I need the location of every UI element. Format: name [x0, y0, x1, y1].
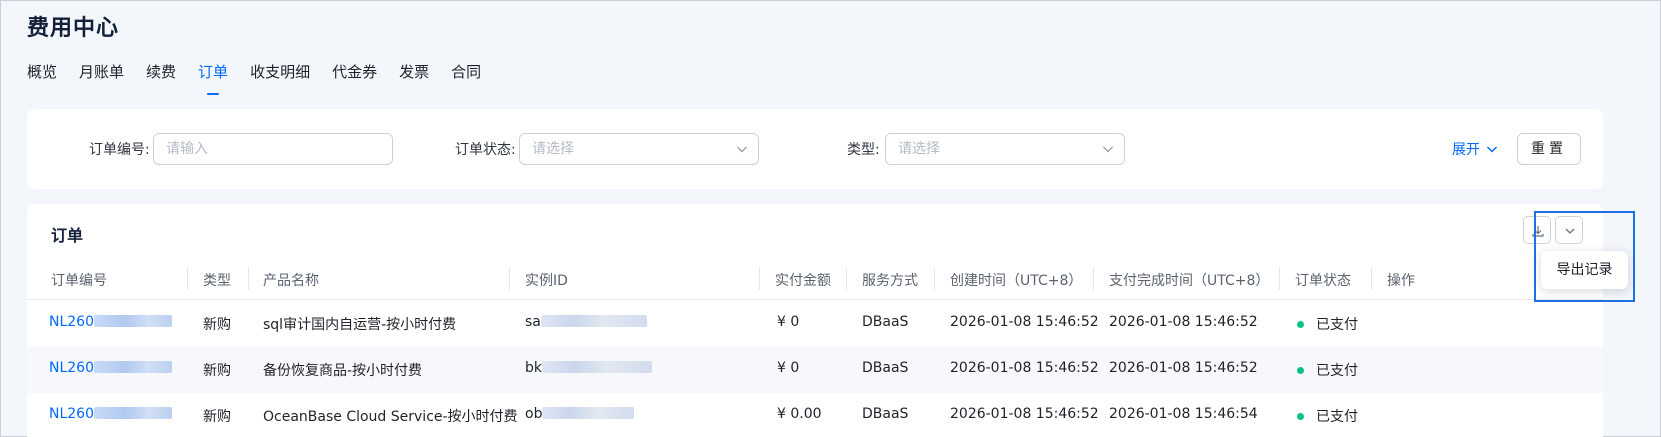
reset-button[interactable]: 重置 [1517, 133, 1581, 165]
cell-paid: 2026-01-08 15:46:52 [1109, 360, 1258, 376]
col-instance-id: 实例ID [525, 273, 568, 289]
tab-orders[interactable]: 订单 [198, 61, 228, 95]
tab-contracts[interactable]: 合同 [451, 61, 481, 95]
column-divider [934, 268, 935, 290]
type-placeholder: 请选择 [898, 141, 940, 157]
card-title: 订单 [51, 226, 84, 245]
cell-amount: ¥ 0.00 [777, 406, 822, 422]
redacted-text [94, 361, 172, 373]
cell-instance-id: ob [525, 406, 635, 422]
cell-amount: ¥ 0 [777, 314, 800, 330]
redacted-text [94, 315, 172, 327]
column-divider [187, 268, 188, 290]
status-badge: 已支付 [1297, 360, 1358, 380]
column-divider [759, 268, 760, 290]
status-dot [1297, 413, 1304, 420]
table-row: NL260 新购 sql审计国内自运营-按小时付费 sa ¥ 0 DBaaS 2… [27, 301, 1603, 347]
expand-button[interactable]: 展开 [1452, 139, 1498, 159]
tab-renewal[interactable]: 续费 [146, 61, 176, 95]
status-dot [1297, 367, 1304, 374]
redacted-text [540, 315, 647, 327]
status-badge: 已支付 [1297, 314, 1358, 334]
chevron-down-icon [1486, 146, 1498, 153]
col-type: 类型 [203, 273, 231, 289]
cell-paid: 2026-01-08 15:46:52 [1109, 314, 1258, 330]
column-divider [1279, 268, 1280, 290]
chevron-down-icon [1103, 146, 1113, 153]
cell-type: 新购 [203, 363, 231, 379]
order-status-placeholder: 请选择 [532, 141, 574, 157]
cell-type: 新购 [203, 317, 231, 333]
column-divider [1093, 268, 1094, 290]
export-records-menu-item[interactable]: 导出记录 [1541, 251, 1628, 289]
tab-monthly-bill[interactable]: 月账单 [79, 61, 124, 95]
expand-label: 展开 [1452, 142, 1480, 158]
status-badge: 已支付 [1297, 406, 1358, 426]
tab-vouchers[interactable]: 代金券 [332, 61, 377, 95]
table-row: NL260 新购 备份恢复商品-按小时付费 bk ¥ 0 DBaaS 2026-… [27, 347, 1603, 393]
orders-card: 订单 订单编号 类型 产品名称 实例ID 实付金额 服务方式 创建时间（UTC+… [27, 204, 1603, 437]
page-title: 费用中心 [27, 16, 120, 41]
column-divider [509, 268, 510, 290]
cell-product: 备份恢复商品-按小时付费 [263, 363, 423, 379]
col-paid: 支付完成时间（UTC+8） [1109, 273, 1270, 289]
col-product: 产品名称 [263, 273, 319, 289]
redacted-text [94, 407, 172, 419]
cell-created: 2026-01-08 15:46:52 [950, 314, 1099, 330]
cell-paid: 2026-01-08 15:46:54 [1109, 406, 1258, 422]
col-service: 服务方式 [862, 273, 918, 289]
order-no-link[interactable]: NL260 [49, 360, 172, 376]
cell-product: sql审计国内自运营-按小时付费 [263, 317, 457, 333]
type-label: 类型: [847, 142, 880, 158]
order-no-label: 订单编号: [89, 142, 150, 158]
table-header: 订单编号 类型 产品名称 实例ID 实付金额 服务方式 创建时间（UTC+8） … [27, 256, 1603, 300]
chevron-down-icon [737, 146, 747, 153]
tab-bar: 概览 月账单 续费 订单 收支明细 代金券 发票 合同 [27, 61, 503, 95]
col-order-no: 订单编号 [51, 273, 107, 289]
cell-instance-id: sa [525, 314, 647, 330]
col-status: 订单状态 [1295, 273, 1351, 289]
cell-service: DBaaS [862, 406, 909, 422]
redacted-text [542, 407, 635, 419]
order-no-link[interactable]: NL260 [49, 406, 172, 422]
cell-instance-id: bk [525, 360, 652, 376]
table-row: NL260 新购 OceanBase Cloud Service-按小时付费 o… [27, 393, 1603, 437]
cell-created: 2026-01-08 15:46:52 [950, 360, 1099, 376]
col-amount: 实付金额 [775, 273, 831, 289]
redacted-text [542, 361, 652, 373]
order-no-input[interactable]: 请输入 [153, 133, 393, 165]
cell-created: 2026-01-08 15:46:52 [950, 406, 1099, 422]
order-status-select[interactable]: 请选择 [519, 133, 759, 165]
order-no-link[interactable]: NL260 [49, 314, 172, 330]
filter-card: 订单编号: 请输入 订单状态: 请选择 类型: 请选择 展开 重置 [27, 109, 1603, 189]
col-created: 创建时间（UTC+8） [950, 273, 1083, 289]
type-select[interactable]: 请选择 [885, 133, 1125, 165]
tab-overview[interactable]: 概览 [27, 61, 57, 95]
cell-product: OceanBase Cloud Service-按小时付费 [263, 409, 518, 425]
tab-invoices[interactable]: 发票 [399, 61, 429, 95]
cell-service: DBaaS [862, 360, 909, 376]
column-divider [1371, 268, 1372, 290]
status-dot [1297, 321, 1304, 328]
cell-service: DBaaS [862, 314, 909, 330]
cell-amount: ¥ 0 [777, 360, 800, 376]
column-divider [846, 268, 847, 290]
col-actions: 操作 [1387, 273, 1415, 289]
column-divider [248, 268, 249, 290]
cell-type: 新购 [203, 409, 231, 425]
order-status-label: 订单状态: [455, 142, 516, 158]
tab-transactions[interactable]: 收支明细 [250, 61, 310, 95]
